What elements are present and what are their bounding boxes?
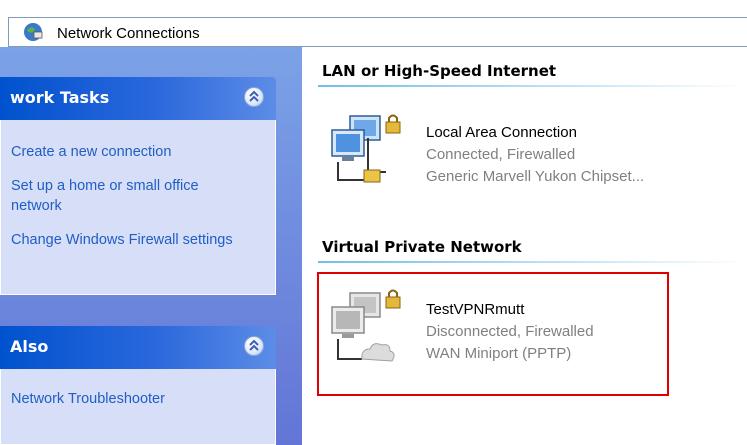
connection-name: Local Area Connection (426, 124, 577, 141)
create-new-connection-link[interactable]: Create a new connection (11, 142, 251, 162)
see-also-body: Network Troubleshooter (0, 369, 276, 445)
network-troubleshooter-link[interactable]: Network Troubleshooter (11, 389, 251, 409)
network-tasks-header[interactable]: work Tasks (0, 77, 276, 120)
group-divider (318, 85, 747, 87)
group-header-vpn: Virtual Private Network (322, 238, 522, 256)
lan-connection-icon (331, 114, 401, 183)
chevron-up-icon (249, 339, 259, 351)
highlight-box (317, 272, 669, 396)
collapse-network-tasks-button[interactable] (244, 87, 264, 107)
address-bar[interactable]: Network Connections (8, 17, 747, 47)
setup-home-network-link[interactable]: Set up a home or small office network (11, 176, 231, 216)
see-also-title: Also (10, 337, 49, 356)
collapse-see-also-button[interactable] (244, 336, 264, 356)
change-firewall-settings-link[interactable]: Change Windows Firewall settings (11, 230, 241, 250)
see-also-header[interactable]: Also (0, 326, 276, 369)
network-tasks-body: Create a new connection Set up a home or… (0, 120, 276, 295)
group-divider (318, 261, 747, 263)
connection-device: Generic Marvell Yukon Chipset... (426, 168, 645, 185)
connection-status: Connected, Firewalled (426, 146, 576, 163)
chevron-up-icon (249, 90, 259, 102)
network-tasks-title: work Tasks (10, 88, 110, 107)
group-header-lan: LAN or High-Speed Internet (322, 62, 557, 80)
task-pane: work Tasks Create a new connection Set u… (0, 47, 302, 445)
address-text: Network Connections (57, 25, 200, 42)
network-connections-icon (24, 23, 43, 41)
